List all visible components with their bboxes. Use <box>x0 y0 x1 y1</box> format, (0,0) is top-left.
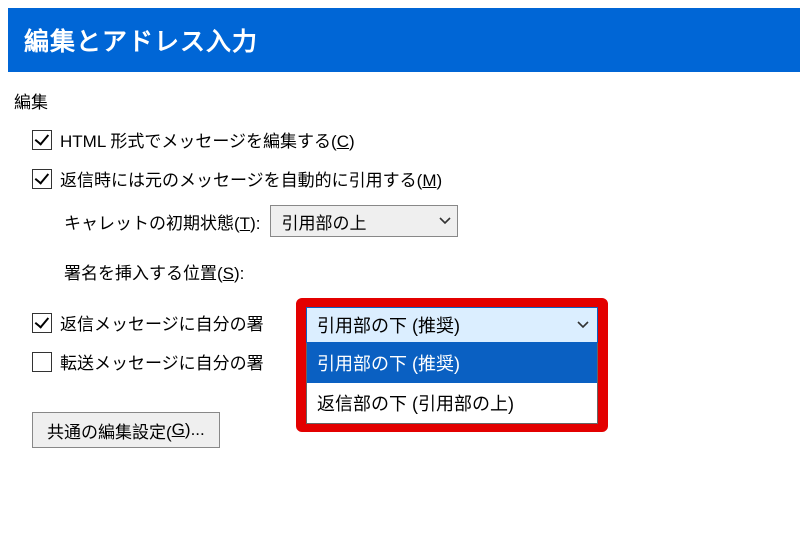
checkbox-row-html-compose[interactable]: HTML 形式でメッセージを編集する(C) <box>32 127 800 152</box>
row-caret-position: キャレットの初期状態(T): 引用部の上 <box>64 205 800 237</box>
checkbox-auto-quote[interactable] <box>32 169 52 189</box>
signature-position-label: 署名を挿入する位置(S): <box>64 259 244 284</box>
select-caret-position[interactable]: 引用部の上 <box>270 205 458 237</box>
common-compose-settings-button[interactable]: 共通の編集設定(G)... <box>32 412 220 448</box>
section-banner: 編集とアドレス入力 <box>8 8 800 72</box>
select-signature-position-field[interactable]: 引用部の下 (推奨) <box>306 307 598 343</box>
checkbox-label: HTML 形式でメッセージを編集する(C) <box>60 127 355 152</box>
select-value: 引用部の上 <box>281 209 366 234</box>
banner-title: 編集とアドレス入力 <box>24 28 258 56</box>
checkbox-html-compose[interactable] <box>32 130 52 150</box>
select-signature-position[interactable]: 引用部の下 (推奨) 引用部の下 (推奨) 返信部の下 (引用部の上) <box>306 307 598 424</box>
select-value: 引用部の下 (推奨) <box>317 312 460 338</box>
dropdown-option[interactable]: 返信部の下 (引用部の上) <box>307 383 597 423</box>
chevron-down-icon <box>577 319 589 331</box>
dropdown-option[interactable]: 引用部の下 (推奨) <box>307 343 597 383</box>
checkbox-row-auto-quote[interactable]: 返信時には元のメッセージを自動的に引用する(M) <box>32 166 800 191</box>
checkbox-forward-signature[interactable] <box>32 352 52 372</box>
checkbox-label: 返信メッセージに自分の署 <box>60 310 264 335</box>
group-label-edit: 編集 <box>14 88 800 113</box>
caret-label: キャレットの初期状態(T): <box>64 209 260 234</box>
row-signature-position: 署名を挿入する位置(S): <box>64 259 800 284</box>
chevron-down-icon <box>439 215 451 227</box>
checkbox-label: 返信時には元のメッセージを自動的に引用する(M) <box>60 166 442 191</box>
checkbox-reply-signature[interactable] <box>32 313 52 333</box>
select-signature-position-list: 引用部の下 (推奨) 返信部の下 (引用部の上) <box>306 343 598 424</box>
checkbox-label: 転送メッセージに自分の署 <box>60 349 264 374</box>
